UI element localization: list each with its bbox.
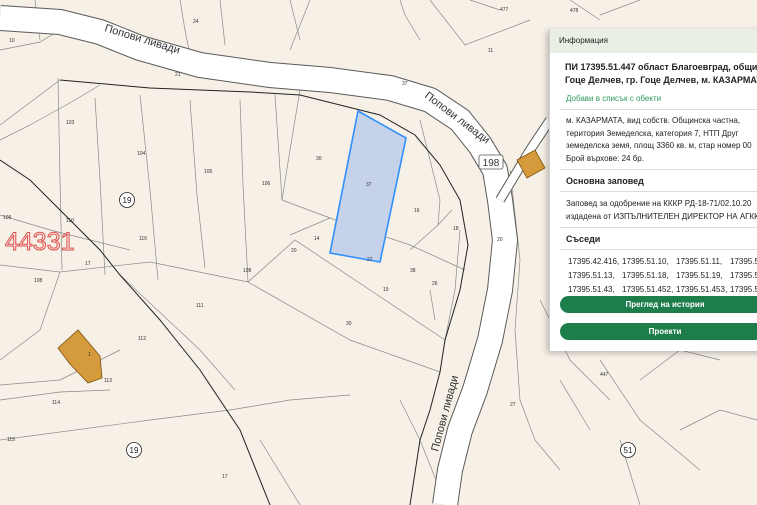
order-line-2: издадена от ИЗПЪЛНИТЕЛЕН ДИРЕКТОР НА АГК… — [566, 212, 757, 221]
zone-label: 44331 — [5, 228, 75, 256]
parcel-number: 108 — [243, 268, 252, 274]
panel-body: ПИ 17395.51.447 област Благоевград, общи… — [550, 53, 757, 297]
add-to-list-link[interactable]: Добави в списък с обекти — [566, 93, 757, 105]
neighbors-heading: Съседи — [566, 234, 601, 244]
parcel-number: 110 — [66, 218, 74, 224]
neighbor-id[interactable]: 17395.51.19, — [676, 269, 730, 283]
neighbor-id[interactable]: 17395.51.11, — [676, 255, 730, 269]
neighbor-id[interactable]: 17395.51.10, — [622, 255, 676, 269]
projects-button[interactable]: Проекти — [560, 323, 757, 340]
circle-label-1: 19 — [123, 196, 132, 205]
parcel-number: 104 — [137, 151, 146, 157]
parcel-number: 112 — [138, 336, 146, 342]
neighbor-id[interactable]: 17395.51.18, — [622, 269, 676, 283]
history-button[interactable]: Преглед на история — [560, 296, 757, 313]
parcel-number: 113 — [104, 378, 112, 384]
parcel-number: 30 — [346, 321, 352, 327]
parcel-number: 115 — [7, 437, 15, 443]
neighbors-list: 17395.42.416, 17395.51.10, 17395.51.11, … — [568, 255, 757, 297]
info-panel: Информация ПИ 17395.51.447 област Благое… — [549, 29, 757, 351]
parcel-number: 16 — [414, 208, 420, 214]
parcel-number: 37 — [402, 81, 408, 87]
neighbor-id[interactable]: 17395.51.43, — [568, 283, 622, 297]
neighbor-id[interactable]: 17395.5 — [730, 255, 757, 269]
parcel-description: м. КАЗАРМАТА, вид собств. Общинска частн… — [566, 115, 757, 165]
parcel-number: 1 — [88, 352, 91, 358]
parcel-number: 30 — [316, 156, 322, 162]
circle-label-3: 51 — [624, 446, 633, 455]
parcel-number: 27 — [510, 402, 516, 408]
parcel-number: 20 — [497, 237, 503, 243]
parcel-number: 37 — [366, 182, 372, 188]
order-line-1: Заповед за одобрение на КККР РД-18-71/02… — [566, 199, 752, 208]
neighbors-row: 17395.51.43, 17395.51.452, 17395.51.453,… — [568, 283, 757, 297]
divider — [560, 227, 757, 228]
description-line-4: Брой върхове: 24 бр. — [566, 153, 644, 163]
description-line-3: земеделска земя, площ 3360 кв. м, стар н… — [566, 141, 752, 150]
parcel-number: 477 — [500, 7, 509, 13]
parcel-number: 20 — [291, 248, 297, 254]
parcel-number: 21 — [175, 72, 181, 78]
parcel-title-line-2: Гоце Делчев, гр. Гоце Делчев, м. КАЗАРМА… — [565, 75, 757, 85]
parcel-number: 105 — [204, 169, 213, 175]
divider — [560, 169, 757, 170]
neighbors-row: 17395.42.416, 17395.51.10, 17395.51.11, … — [568, 255, 757, 269]
parcel-number: 38 — [410, 268, 416, 274]
description-line-1: м. КАЗАРМАТА, вид собств. Общинска частн… — [566, 116, 741, 125]
parcel-number: 447 — [600, 372, 609, 378]
parcel-number: 17 — [222, 474, 228, 480]
parcel-number: 18 — [453, 226, 459, 232]
parcel-number: 116 — [139, 236, 147, 242]
order-heading: Основна заповед — [566, 176, 644, 186]
parcel-number: 11 — [488, 48, 493, 54]
neighbor-id[interactable]: 17395.51.13, — [568, 269, 622, 283]
parcel-number: 10 — [9, 38, 15, 44]
parcel-number: 109 — [3, 215, 12, 221]
parcel-number: 24 — [193, 19, 199, 25]
parcel-number: 27 — [367, 257, 373, 263]
parcel-number: 103 — [66, 120, 75, 126]
parcel-number: 111 — [196, 303, 204, 309]
divider — [560, 191, 757, 192]
panel-header: Информация — [550, 29, 757, 53]
neighbor-id[interactable]: 17395.51.453, — [676, 283, 730, 297]
parcel-title-line-1: ПИ 17395.51.447 област Благоевград, общи… — [565, 62, 757, 72]
neighbor-id[interactable]: 17395.51 — [730, 269, 757, 283]
parcel-number: 17 — [85, 261, 91, 267]
parcel-title: ПИ 17395.51.447 област Благоевград, общи… — [565, 61, 757, 87]
parcel-number: 106 — [262, 181, 271, 187]
parcel-number: 478 — [570, 8, 579, 14]
circle-label-2: 19 — [130, 446, 139, 455]
road-badge-label: 198 — [483, 158, 500, 169]
neighbor-id[interactable]: 17395.42.416, — [568, 255, 622, 269]
divider — [560, 109, 757, 110]
parcel-number: 14 — [314, 236, 320, 242]
divider — [560, 249, 757, 250]
parcel-number: 26 — [432, 281, 438, 287]
description-line-2: територия Земеделска, категория 7, НТП Д… — [566, 128, 739, 138]
parcel-number: 108 — [34, 278, 43, 284]
parcel-number: 114 — [52, 400, 60, 406]
neighbor-id[interactable]: 17395.51.4 — [730, 283, 757, 297]
neighbors-row: 17395.51.13, 17395.51.18, 17395.51.19, 1… — [568, 269, 757, 283]
parcel-number: 19 — [383, 287, 389, 293]
order-text: Заповед за одобрение на КККР РД-18-71/02… — [566, 197, 757, 223]
neighbor-id[interactable]: 17395.51.452, — [622, 283, 676, 297]
